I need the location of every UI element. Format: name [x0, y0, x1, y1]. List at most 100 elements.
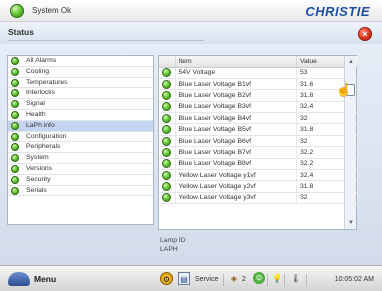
nav-item-label: Cooling — [26, 67, 50, 75]
nav-item-interlocks[interactable]: Interlocks — [8, 88, 153, 100]
nav-item-serials[interactable]: Serials — [8, 186, 153, 197]
scroll-up-arrow-icon[interactable]: ▲ — [347, 58, 355, 66]
title-underline — [8, 40, 204, 41]
taskbar-divider — [223, 274, 224, 286]
item-column-header[interactable]: Item — [175, 56, 297, 68]
scroll-down-arrow-icon[interactable]: ▼ — [347, 219, 355, 227]
taskbar-divider — [284, 274, 285, 286]
screen-icon[interactable]: ▤ — [178, 272, 190, 285]
nav-item-label: Peripherals — [26, 143, 61, 151]
ok-led-icon — [162, 79, 171, 89]
menu-button[interactable]: Menu — [34, 274, 56, 284]
warning-icon[interactable]: ⚙ — [160, 272, 173, 285]
bulb-icon[interactable]: 💡 — [272, 272, 282, 285]
nav-item-label: Serials — [26, 186, 47, 194]
ok-led-icon — [11, 164, 19, 173]
nav-item-health[interactable]: Health — [8, 110, 153, 121]
table-row[interactable]: Blue Laser Voltage B6vf 32 — [159, 135, 358, 148]
service-label[interactable]: Service — [195, 276, 218, 283]
nav-item-security[interactable]: Security — [8, 175, 153, 186]
ok-led-icon — [11, 57, 19, 65]
ok-led-icon — [11, 132, 19, 141]
system-status-text: System Ok — [32, 6, 72, 15]
ok-led-icon — [162, 90, 171, 100]
ok-led-icon — [11, 154, 19, 163]
nav-item-versions[interactable]: Versions — [8, 164, 153, 175]
table-row[interactable]: Blue Laser Voltage B4vf 32 — [159, 112, 358, 125]
nav-item-label: System — [26, 154, 49, 162]
temperature-icon[interactable]: 🌡 — [289, 272, 303, 285]
row-item: Yellow Laser Voltage y1vf — [175, 169, 297, 182]
row-value: 32 — [296, 192, 346, 205]
taskbar: Menu ⚙ ▤ Service ◈ 2 ⏻ 💡 🌡 10:05:02 AM — [0, 265, 382, 291]
ok-led-icon — [11, 186, 19, 195]
ok-led-icon — [162, 182, 171, 192]
table-row[interactable]: Blue Laser Voltage B3vf 32.4 — [159, 101, 358, 114]
lamp-id-value: LAPH — [160, 246, 178, 253]
led-column-header — [159, 56, 176, 68]
ok-led-icon — [162, 113, 171, 123]
nav-item-laph-info[interactable]: LaPh info — [8, 120, 153, 132]
nav-item-temperatures[interactable]: Temperatures — [8, 78, 153, 89]
hand-pointer-icon: ☝ — [335, 82, 352, 97]
row-item: Yellow Laser Voltage y3vf — [175, 192, 297, 205]
nav-item-label: Configuration — [26, 132, 67, 140]
ok-led-icon — [162, 170, 171, 180]
nav-item-system[interactable]: System — [8, 153, 153, 164]
table-row[interactable]: Blue Laser Voltage B5vf 31.8 — [159, 123, 358, 136]
table-row[interactable]: Yellow Laser Voltage y3vf 32 — [159, 192, 358, 205]
page-title: Status — [8, 27, 34, 37]
ok-led-icon — [162, 159, 171, 169]
ok-led-icon — [11, 143, 19, 152]
taskbar-divider — [267, 274, 268, 286]
power-icon[interactable]: ⏻ — [253, 272, 265, 284]
ok-led-icon — [162, 136, 171, 146]
row-value: 32.2 — [296, 146, 346, 159]
lamp-id-label: Lamp ID — [160, 237, 186, 244]
ok-led-icon — [11, 121, 19, 130]
row-value: 31.8 — [296, 123, 346, 136]
ok-led-icon — [11, 100, 19, 109]
value-column-header[interactable]: Value — [296, 56, 346, 68]
row-item: Blue Laser Voltage B8vf — [175, 158, 297, 171]
row-item: Blue Laser Voltage B7vf — [175, 146, 297, 159]
row-value: 32 — [296, 112, 346, 125]
menu-icon[interactable] — [8, 272, 30, 286]
table-row[interactable]: Blue Laser Voltage B7vf 32.2 — [159, 146, 358, 159]
nav-item-label: Health — [26, 110, 46, 118]
lamp-info: Lamp ID LAPH — [160, 236, 186, 254]
nav-item-peripherals[interactable]: Peripherals — [8, 142, 153, 154]
table-row[interactable]: 54V Voltage 53 — [159, 67, 358, 79]
nav-item-signal[interactable]: Signal — [8, 99, 153, 110]
table-row[interactable]: Yellow Laser Voltage y1vf 32.4 — [159, 169, 358, 182]
row-value: 32 — [296, 135, 346, 148]
table-row[interactable]: Blue Laser Voltage B8vf 32.2 — [159, 158, 358, 171]
laph-info-table-panel: Item Value 54V Voltage 53 Blue Laser Volt… — [158, 55, 358, 230]
close-button[interactable]: × — [358, 27, 372, 41]
table-row[interactable]: Blue Laser Voltage B1vf 31.6 — [159, 78, 358, 91]
nav-item-cooling[interactable]: Cooling — [8, 67, 153, 78]
row-item: 54V Voltage — [175, 67, 297, 79]
nav-item-label: Security — [26, 175, 51, 183]
notification-count: 2 — [242, 276, 246, 283]
row-value: 53 — [296, 67, 346, 79]
laph-info-table: Item Value 54V Voltage 53 Blue Laser Volt… — [159, 56, 358, 205]
ok-led-icon — [11, 175, 19, 184]
ok-led-icon — [162, 193, 171, 203]
row-item: Blue Laser Voltage B6vf — [175, 135, 297, 148]
nav-item-label: Versions — [26, 164, 53, 172]
top-bar: System Ok CHRISTIE — [0, 0, 382, 22]
table-row[interactable]: Blue Laser Voltage B2vf 31.8 — [159, 89, 358, 102]
ok-led-icon — [11, 110, 19, 119]
nav-item-configuration[interactable]: Configuration — [8, 132, 153, 143]
nav-item-all-alarms[interactable]: All Alarms — [8, 56, 153, 67]
ok-led-icon — [162, 102, 171, 112]
nav-item-label: All Alarms — [26, 57, 57, 64]
row-item: Blue Laser Voltage B1vf — [175, 78, 297, 91]
cube-icon[interactable]: ◈ — [228, 272, 240, 285]
panel-header: Status — [0, 22, 382, 44]
row-item: Blue Laser Voltage B4vf — [175, 112, 297, 125]
row-item: Blue Laser Voltage B3vf — [175, 101, 297, 114]
ok-led-icon — [162, 147, 171, 157]
table-row[interactable]: Yellow Laser Voltage y2vf 31.8 — [159, 180, 358, 193]
